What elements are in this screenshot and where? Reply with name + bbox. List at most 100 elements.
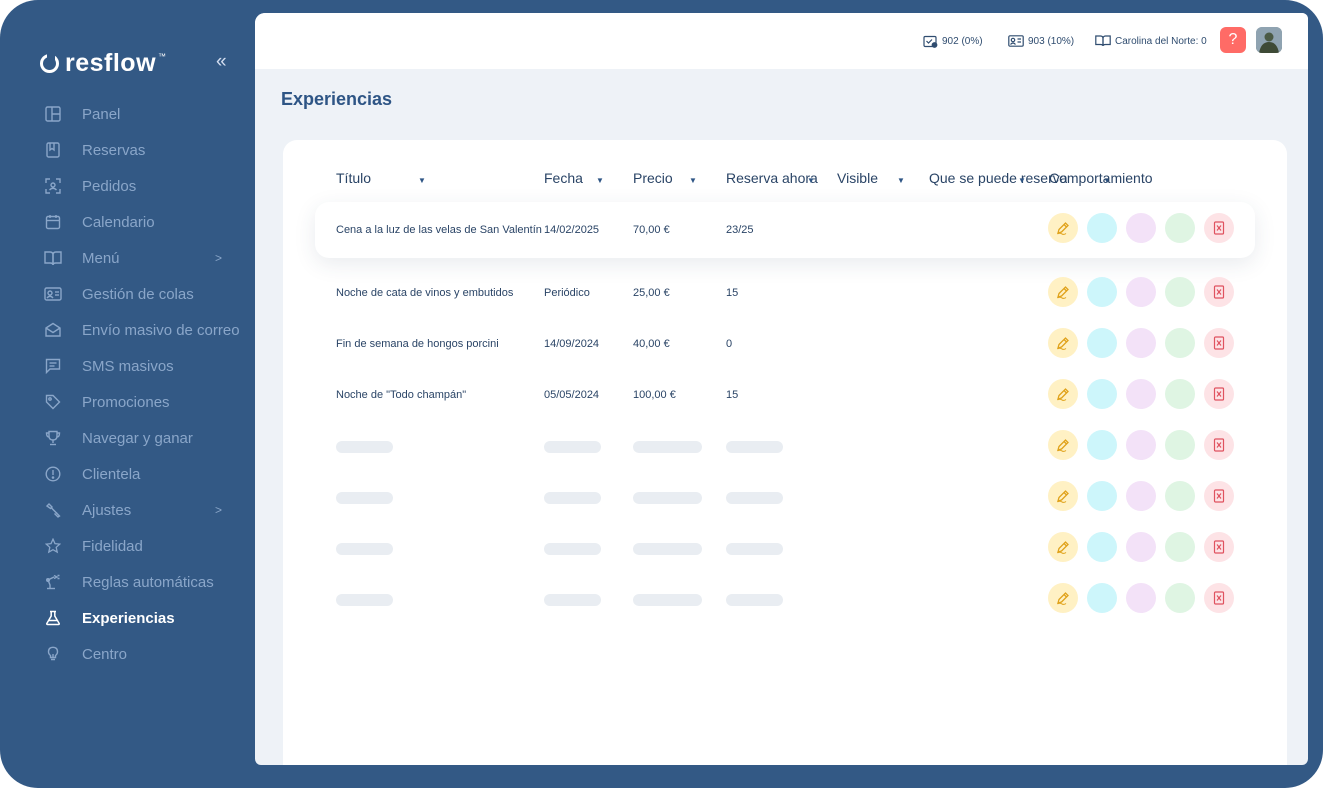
column-header-fecha[interactable]: Fecha (544, 170, 583, 186)
resflow-logo[interactable]: resflow ™ (40, 48, 166, 78)
column-header-que-se-puede-reservar[interactable]: Que se puede reservar (929, 170, 1067, 186)
table-cell-title[interactable]: Cena a la luz de las velas de San Valent… (336, 224, 542, 236)
sort-caret-icon[interactable]: ▼ (418, 176, 426, 185)
action-button-purple[interactable] (1126, 328, 1156, 358)
sort-caret-icon[interactable]: ▼ (596, 176, 604, 185)
action-button-cyan[interactable] (1087, 328, 1117, 358)
avatar[interactable] (1256, 27, 1282, 53)
action-button-cyan[interactable] (1087, 430, 1117, 460)
edit-button[interactable] (1048, 379, 1078, 409)
table-cell-title[interactable]: Fin de semana de hongos porcini (336, 338, 499, 350)
skeleton-placeholder (633, 492, 702, 504)
delete-button[interactable] (1204, 379, 1234, 409)
action-button-purple[interactable] (1126, 213, 1156, 243)
sort-caret-icon[interactable]: ▼ (897, 176, 905, 185)
edit-button[interactable] (1048, 328, 1078, 358)
sort-caret-icon[interactable]: ▼ (689, 176, 697, 185)
action-button-cyan[interactable] (1087, 277, 1117, 307)
mail-icon (43, 320, 63, 340)
action-button-cyan[interactable] (1087, 213, 1117, 243)
action-button-purple[interactable] (1126, 532, 1156, 562)
main-panel: 902 (0%) 903 (10%) Carolina del Norte: 0… (255, 13, 1308, 765)
sidebar-item-menu[interactable]: Menú > (0, 240, 255, 276)
delete-button[interactable] (1204, 481, 1234, 511)
action-button-cyan[interactable] (1087, 379, 1117, 409)
edit-button[interactable] (1048, 532, 1078, 562)
action-button-cyan[interactable] (1087, 532, 1117, 562)
pencil-icon (1056, 540, 1070, 554)
stat-location[interactable]: Carolina del Norte: 0 (1095, 35, 1207, 47)
sidebar-item-gestion-de-colas[interactable]: Gestión de colas (0, 276, 255, 312)
logo-text: resflow (65, 48, 157, 77)
delete-button[interactable] (1204, 213, 1234, 243)
action-button-green[interactable] (1165, 213, 1195, 243)
help-button[interactable]: ? (1220, 27, 1246, 53)
skeleton-placeholder (726, 441, 783, 453)
edit-button[interactable] (1048, 213, 1078, 243)
edit-button[interactable] (1048, 481, 1078, 511)
skeleton-placeholder (726, 492, 783, 504)
stat-guests[interactable]: 903 (10%) (1008, 35, 1074, 47)
sidebar-item-navegar-y-ganar[interactable]: Navegar y ganar (0, 420, 255, 456)
skeleton-placeholder (726, 543, 783, 555)
action-button-purple[interactable] (1126, 379, 1156, 409)
column-header-precio[interactable]: Precio (633, 170, 673, 186)
column-header-comportamiento[interactable]: Comportamiento (1049, 170, 1153, 186)
sidebar-item-clientela[interactable]: Clientela (0, 456, 255, 492)
stat-location-value: Carolina del Norte: 0 (1115, 35, 1207, 47)
sidebar-item-pedidos[interactable]: Pedidos (0, 168, 255, 204)
delete-button[interactable] (1204, 328, 1234, 358)
action-button-purple[interactable] (1126, 481, 1156, 511)
bulb-icon (43, 644, 63, 664)
sidebar-item-ajustes[interactable]: Ajustes > (0, 492, 255, 528)
action-button-cyan[interactable] (1087, 583, 1117, 613)
action-button-green[interactable] (1165, 481, 1195, 511)
sidebar-item-envio-masivo-de-correo[interactable]: Envío masivo de correo (0, 312, 255, 348)
action-button-purple[interactable] (1126, 277, 1156, 307)
tag-icon (43, 392, 63, 412)
action-button-purple[interactable] (1126, 583, 1156, 613)
top-bar: 902 (0%) 903 (10%) Carolina del Norte: 0… (255, 13, 1308, 69)
table-cell-title[interactable]: Noche de "Todo champán" (336, 389, 466, 401)
sidebar-item-calendario[interactable]: Calendario (0, 204, 255, 240)
sidebar-item-label: Fidelidad (82, 537, 143, 555)
stat-reservations[interactable]: 902 (0%) (923, 35, 983, 48)
sidebar-item-panel[interactable]: Panel (0, 96, 255, 132)
action-button-green[interactable] (1165, 328, 1195, 358)
sidebar-item-reglas-automaticas[interactable]: Reglas automáticas (0, 564, 255, 600)
delete-button[interactable] (1204, 583, 1234, 613)
sort-caret-icon[interactable]: ▼ (1018, 176, 1026, 185)
sidebar-item-sms-masivos[interactable]: SMS masivos (0, 348, 255, 384)
action-button-green[interactable] (1165, 430, 1195, 460)
edit-button[interactable] (1048, 583, 1078, 613)
sidebar-item-experiencias[interactable]: Experiencias (0, 600, 255, 636)
column-header-visible[interactable]: Visible (837, 170, 878, 186)
delete-button[interactable] (1204, 430, 1234, 460)
sidebar-item-label: Pedidos (82, 177, 137, 195)
skeleton-placeholder (633, 543, 702, 555)
table-cell-price: 100,00 € (633, 389, 676, 401)
sidebar-item-fidelidad[interactable]: Fidelidad (0, 528, 255, 564)
sort-caret-icon[interactable]: ▼ (807, 176, 815, 185)
action-button-green[interactable] (1165, 532, 1195, 562)
table-cell-title[interactable]: Noche de cata de vinos y embutidos (336, 287, 513, 299)
edit-button[interactable] (1048, 430, 1078, 460)
info-icon (43, 464, 63, 484)
sidebar-item-reservas[interactable]: Reservas (0, 132, 255, 168)
app-frame: resflow ™ « Panel Reservas Pedidos Calen… (0, 0, 1323, 788)
skeleton-placeholder (544, 594, 601, 606)
column-header-reserva-ahora[interactable]: Reserva ahora (726, 170, 818, 186)
column-header-titulo[interactable]: Título (336, 170, 371, 186)
id-card-icon (1008, 35, 1024, 47)
edit-button[interactable] (1048, 277, 1078, 307)
action-button-green[interactable] (1165, 277, 1195, 307)
sidebar-item-promociones[interactable]: Promociones (0, 384, 255, 420)
sidebar-item-centro[interactable]: Centro (0, 636, 255, 672)
action-button-green[interactable] (1165, 379, 1195, 409)
delete-button[interactable] (1204, 532, 1234, 562)
action-button-cyan[interactable] (1087, 481, 1117, 511)
action-button-green[interactable] (1165, 583, 1195, 613)
collapse-sidebar-button[interactable]: « (216, 51, 226, 73)
action-button-purple[interactable] (1126, 430, 1156, 460)
delete-button[interactable] (1204, 277, 1234, 307)
